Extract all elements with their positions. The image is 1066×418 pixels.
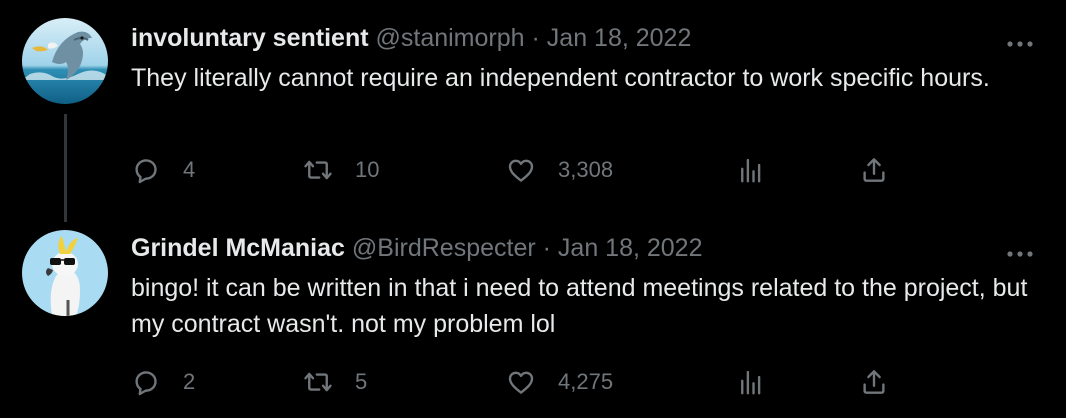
cockatoo-avatar-icon: [22, 230, 108, 316]
separator-dot: ·: [531, 24, 540, 52]
tweet[interactable]: involuntary sentient @stanimorph · Jan 1…: [0, 0, 1066, 210]
more-dots-icon: [1007, 41, 1033, 47]
share-button[interactable]: [859, 152, 889, 188]
share-icon: [863, 370, 885, 394]
separator-dot: ·: [542, 234, 551, 262]
views-button[interactable]: [736, 364, 766, 400]
tweet-text: bingo! it can be written in that i need …: [131, 274, 1028, 338]
share-icon: [863, 158, 885, 182]
retweet-icon: [304, 372, 332, 392]
reply-icon: [135, 371, 157, 396]
tweet-actions: 2 5 4,275: [131, 364, 921, 400]
more-options-button[interactable]: [1006, 246, 1034, 257]
views-button[interactable]: [736, 152, 766, 188]
display-name[interactable]: involuntary sentient: [131, 24, 369, 52]
tweet-header: involuntary sentient @stanimorph · Jan 1…: [131, 22, 691, 54]
reply-count: 4: [183, 157, 196, 182]
retweet-button[interactable]: 5: [303, 364, 367, 400]
like-count: 3,308: [558, 157, 614, 182]
reply-icon: [135, 159, 157, 184]
like-button[interactable]: 4,275: [506, 364, 613, 400]
tweet-date[interactable]: Jan 18, 2022: [558, 234, 703, 262]
tweet-actions: 4 10 3,308: [131, 152, 921, 188]
user-handle[interactable]: @stanimorph: [376, 24, 525, 52]
more-dots-icon: [1007, 251, 1033, 257]
like-count: 4,275: [558, 369, 614, 394]
reply-count: 2: [183, 369, 196, 394]
retweet-count: 10: [355, 157, 380, 182]
like-button[interactable]: 3,308: [506, 152, 613, 188]
dolphin-avatar-icon: [22, 18, 108, 104]
user-handle[interactable]: @BirdRespecter: [352, 234, 536, 262]
heart-icon: [508, 371, 534, 394]
avatar[interactable]: [22, 18, 108, 104]
tweet-date[interactable]: Jan 18, 2022: [547, 24, 692, 52]
reply-button[interactable]: 2: [131, 364, 195, 400]
retweet-icon: [304, 160, 332, 180]
analytics-icon: [741, 370, 761, 395]
share-button[interactable]: [859, 364, 889, 400]
heart-icon: [508, 159, 534, 182]
tweet-header: Grindel McManiac @BirdRespecter · Jan 18…: [131, 232, 703, 264]
more-options-button[interactable]: [1006, 36, 1034, 47]
retweet-count: 5: [355, 369, 368, 394]
tweet-text: They literally cannot require an indepen…: [131, 64, 990, 92]
avatar[interactable]: [22, 230, 108, 316]
retweet-button[interactable]: 10: [303, 152, 379, 188]
reply-button[interactable]: 4: [131, 152, 195, 188]
display-name[interactable]: Grindel McManiac: [131, 234, 345, 262]
analytics-icon: [741, 158, 761, 183]
tweet[interactable]: Grindel McManiac @BirdRespecter · Jan 18…: [0, 212, 1066, 418]
